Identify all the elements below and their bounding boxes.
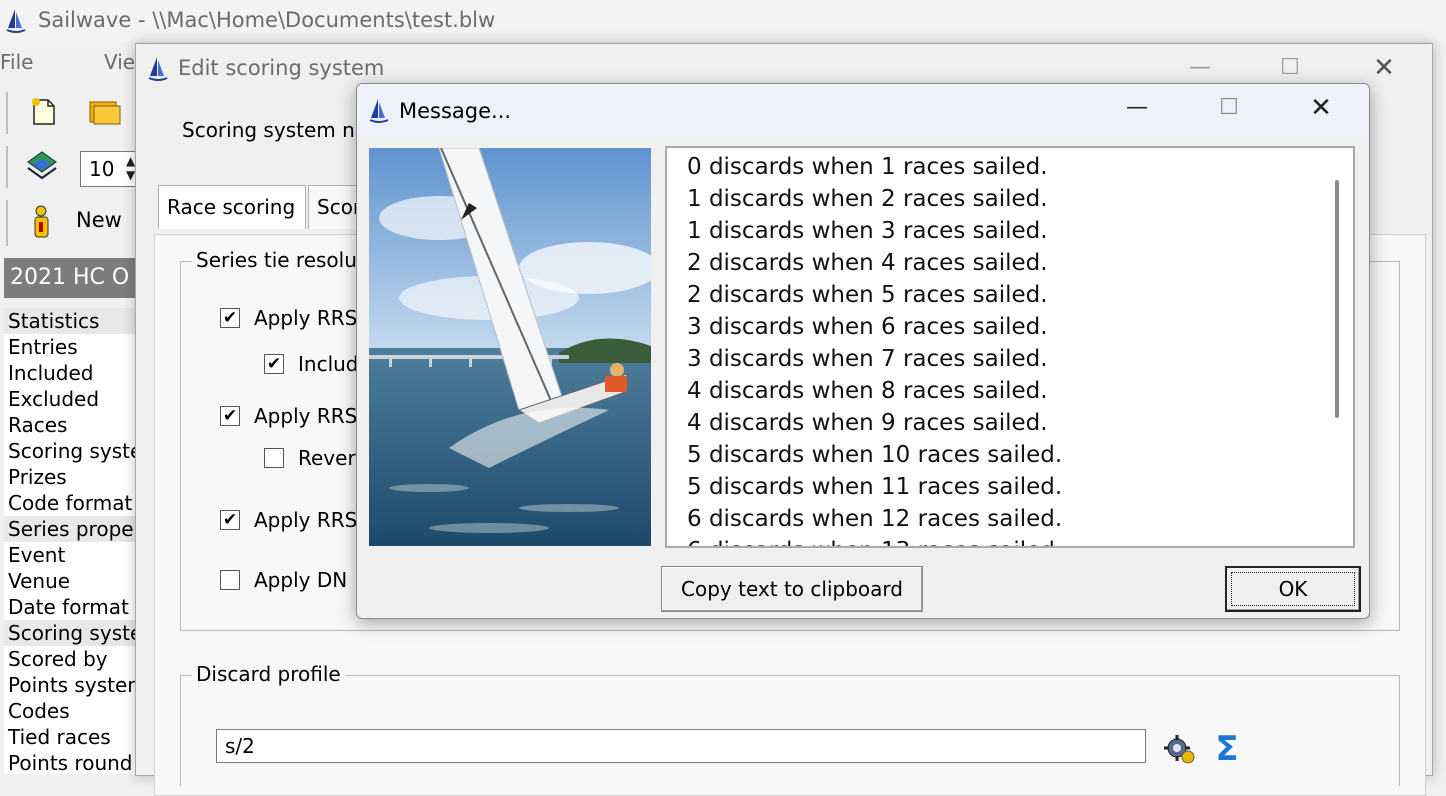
nav-item[interactable]: Event bbox=[8, 542, 65, 568]
list-item: 1 discards when 3 races sailed. bbox=[687, 218, 1048, 244]
nav-item[interactable]: Included bbox=[8, 360, 94, 386]
list-item: 2 discards when 5 races sailed. bbox=[687, 282, 1048, 308]
new-competitor-icon[interactable] bbox=[30, 204, 54, 240]
close-icon[interactable]: ✕ bbox=[1364, 48, 1404, 88]
apply-dnc-label: Apply DN bbox=[254, 568, 348, 592]
new-file-icon[interactable] bbox=[28, 96, 60, 128]
open-folder-icon[interactable] bbox=[86, 96, 122, 128]
rrs-a8-label: Apply RRS bbox=[254, 508, 358, 532]
nav-item[interactable]: Races bbox=[8, 412, 67, 438]
list-item: 3 discards when 6 races sailed. bbox=[687, 314, 1048, 340]
apply-dnc-checkbox[interactable] bbox=[220, 570, 240, 590]
rrs-a8-checkbox[interactable]: ✔ bbox=[220, 510, 240, 530]
list-item: 0 discards when 1 races sailed. bbox=[687, 154, 1048, 180]
sailboat-photo bbox=[369, 148, 651, 546]
rrs-last-race-checkbox[interactable]: ✔ bbox=[220, 406, 240, 426]
new-button[interactable]: New bbox=[76, 208, 122, 232]
nav-item[interactable]: Codes bbox=[8, 698, 70, 724]
tab-race-scoring[interactable]: Race scoring bbox=[158, 185, 306, 229]
sailwave-logo-icon bbox=[369, 99, 389, 123]
menu-view[interactable]: Vie bbox=[104, 50, 135, 74]
rrs-last-race-label: Apply RRS bbox=[254, 404, 358, 428]
minimize-icon[interactable]: — bbox=[1180, 48, 1220, 88]
list-item: 6 discards when 13 races sailed. bbox=[687, 538, 1062, 546]
include-discards-label: Includ bbox=[298, 352, 359, 376]
sigma-calculate-icon[interactable]: Σ bbox=[1210, 730, 1244, 768]
main-window-title: Sailwave - \\Mac\Home\Documents\test.blw bbox=[38, 8, 496, 32]
reverse-order-label: Rever bbox=[298, 446, 356, 470]
discard-profile-input[interactable]: s/2 bbox=[216, 729, 1146, 763]
nav-item[interactable]: Venue bbox=[8, 568, 70, 594]
focus-rectangle bbox=[1231, 572, 1355, 606]
list-item: 1 discards when 2 races sailed. bbox=[687, 186, 1048, 212]
rrs-tiebreak-checkbox[interactable]: ✔ bbox=[220, 308, 240, 328]
ok-button[interactable]: OK bbox=[1225, 566, 1361, 612]
nav-item[interactable]: Series prope bbox=[4, 516, 136, 542]
scrollbar-thumb[interactable] bbox=[1335, 180, 1339, 418]
close-icon[interactable]: ✕ bbox=[1301, 88, 1341, 128]
list-item: 5 discards when 10 races sailed. bbox=[687, 442, 1063, 468]
reverse-order-checkbox[interactable] bbox=[264, 448, 284, 468]
list-item: 4 discards when 9 races sailed. bbox=[687, 410, 1048, 436]
minimize-icon[interactable]: — bbox=[1117, 88, 1157, 128]
message-dialog-title: Message... bbox=[399, 99, 512, 123]
menu-file[interactable]: File bbox=[0, 50, 33, 74]
sailwave-logo-icon bbox=[148, 57, 168, 81]
maximize-icon[interactable]: ☐ bbox=[1209, 88, 1249, 128]
nav-item[interactable]: Prizes bbox=[8, 464, 67, 490]
main-title-bar: Sailwave - \\Mac\Home\Documents\test.blw bbox=[0, 0, 1446, 42]
nav-item[interactable]: Points round bbox=[8, 750, 133, 774]
list-item: 5 discards when 11 races sailed. bbox=[687, 474, 1063, 500]
list-item: 3 discards when 7 races sailed. bbox=[687, 346, 1048, 372]
navigation-tree[interactable]: Statistics Entries Included Excluded Races Sc… bbox=[4, 308, 137, 774]
series-name-bar: 2021 HC O bbox=[4, 258, 138, 298]
nav-item[interactable]: Statistics bbox=[4, 308, 136, 334]
rrs-tiebreak-label: Apply RRS bbox=[254, 306, 358, 330]
nav-item[interactable]: Scoring syste bbox=[8, 438, 136, 464]
series-tie-group-label: Series tie resolu bbox=[192, 248, 361, 272]
message-dialog-title-bar: Message... — ☐ ✕ bbox=[357, 84, 1369, 138]
toolbar-separator bbox=[6, 146, 8, 188]
sailwave-logo-icon bbox=[6, 9, 26, 33]
discard-profile-label: Discard profile bbox=[192, 662, 345, 686]
include-discards-checkbox[interactable]: ✔ bbox=[264, 354, 284, 374]
toolbar-separator bbox=[6, 92, 8, 134]
message-dialog: Message... — ☐ ✕ 6 discards when 12 race… bbox=[356, 83, 1370, 619]
nav-item[interactable]: Tied races bbox=[8, 724, 111, 750]
maximize-icon[interactable]: ☐ bbox=[1270, 48, 1310, 88]
nav-item[interactable]: Date format bbox=[8, 594, 129, 620]
edit-dialog-title: Edit scoring system bbox=[178, 56, 385, 80]
list-item: 6 discards when 12 races sailed. bbox=[687, 506, 1063, 532]
discard-message-list[interactable]: 6 discards when 13 races sailed. 6 discar… bbox=[665, 146, 1355, 548]
nav-item[interactable]: Scoring syste bbox=[4, 620, 136, 646]
discard-settings-gear-icon[interactable] bbox=[1162, 732, 1196, 766]
spinner-arrows-icon[interactable]: ▲ ▼ bbox=[126, 154, 135, 182]
nav-item[interactable]: Points systen bbox=[8, 672, 136, 698]
nav-item[interactable]: Scored by bbox=[8, 646, 108, 672]
nav-item[interactable]: Entries bbox=[8, 334, 78, 360]
toolbar-separator bbox=[6, 200, 8, 246]
scoring-system-name-label: Scoring system n bbox=[182, 118, 355, 142]
nav-item[interactable]: Excluded bbox=[8, 386, 99, 412]
nav-item[interactable]: Code format bbox=[8, 490, 132, 516]
list-item: 4 discards when 8 races sailed. bbox=[687, 378, 1048, 404]
layers-icon[interactable] bbox=[24, 148, 60, 182]
copy-to-clipboard-button[interactable]: Copy text to clipboard bbox=[661, 566, 923, 612]
list-item: 2 discards when 4 races sailed. bbox=[687, 250, 1048, 276]
